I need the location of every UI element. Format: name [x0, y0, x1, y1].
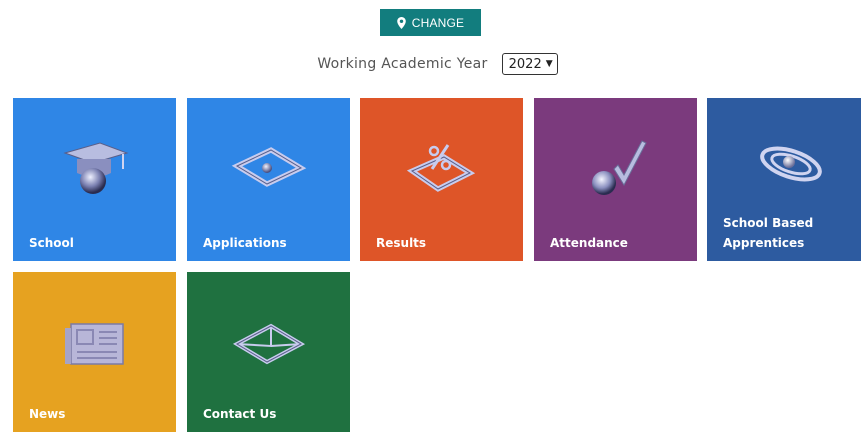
change-button-label: CHANGE: [411, 15, 465, 30]
chevron-down-icon: ▼: [545, 59, 553, 69]
tile-label: School Based Apprentices: [723, 216, 814, 250]
tile-label: Applications: [203, 236, 287, 250]
map-marker-icon: [396, 16, 406, 29]
academic-year-label: Working Academic Year: [317, 56, 488, 72]
tile-applications[interactable]: Applications: [187, 98, 350, 261]
percent-icon: [360, 138, 523, 198]
checkmark-ball-icon: [534, 138, 697, 198]
tile-contact-us[interactable]: Contact Us: [187, 272, 350, 432]
orbit-rings-icon: [707, 132, 861, 192]
academic-year-select[interactable]: 2022 ▼: [501, 53, 558, 75]
tile-label: School: [29, 236, 74, 250]
tile-school-based-apprentices[interactable]: School Based Apprentices: [707, 98, 861, 261]
newspaper-icon: [13, 314, 176, 374]
academic-year-row: Working Academic Year 2022 ▼: [0, 52, 861, 76]
academic-year-value: 2022: [508, 56, 542, 72]
tile-results[interactable]: Results: [360, 98, 523, 261]
tile-attendance[interactable]: Attendance: [534, 98, 697, 261]
header: CHANGE Working Academic Year 2022 ▼: [0, 0, 861, 90]
change-button[interactable]: CHANGE: [380, 9, 481, 36]
graduation-cap-icon: [13, 138, 176, 198]
tile-news[interactable]: News: [13, 272, 176, 432]
tile-label: Results: [376, 236, 427, 250]
tile-school[interactable]: School: [13, 98, 176, 261]
tile-label: Contact Us: [203, 407, 277, 421]
diamond-frame-icon: [187, 138, 350, 198]
tile-label: Attendance: [550, 236, 628, 250]
tile-label: News: [29, 407, 66, 421]
envelope-icon: [187, 314, 350, 374]
